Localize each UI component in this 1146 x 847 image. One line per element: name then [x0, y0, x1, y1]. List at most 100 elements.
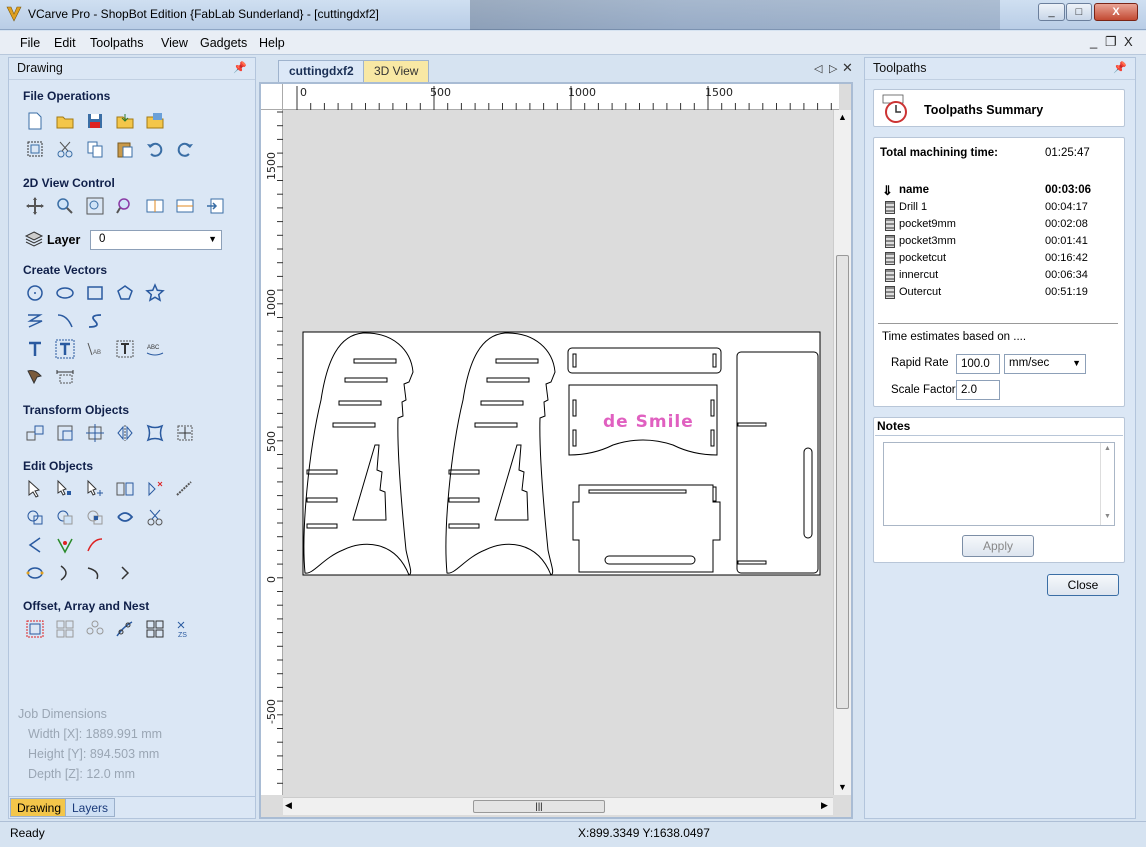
draw-text-icon[interactable] — [24, 338, 46, 360]
copy-icon[interactable] — [84, 138, 106, 160]
move-icon[interactable] — [24, 422, 46, 444]
notes-scrollbar[interactable]: ▲ ▼ — [1100, 443, 1114, 525]
tab-scroll-left-icon[interactable]: ◁ — [814, 62, 822, 75]
toolpath-row[interactable]: pocket9mm 00:02:08 — [882, 217, 1114, 234]
drawing-canvas[interactable]: de Smile — [283, 110, 833, 797]
vertical-scrollbar[interactable]: ▲ ▼ — [833, 110, 851, 795]
vertical-scroll-thumb[interactable] — [836, 255, 849, 709]
layer-select[interactable]: 0 ▼ — [90, 230, 222, 250]
toolpath-row[interactable]: pocket3mm 00:01:41 — [882, 234, 1114, 251]
mdi-close-button[interactable]: X — [1124, 34, 1133, 49]
menu-view[interactable]: View — [161, 36, 188, 50]
toolpath-row[interactable]: innercut 00:06:34 — [882, 268, 1114, 285]
import-bitmap-icon[interactable] — [144, 110, 166, 132]
drawing-view[interactable]: 0 500 1000 1500 1500 1000 500 0 -500 de … — [259, 82, 853, 819]
offset-curve-icon[interactable] — [84, 562, 106, 584]
dimension-icon[interactable] — [54, 366, 76, 388]
scroll-up-icon[interactable]: ▲ — [838, 112, 847, 122]
mirror-icon[interactable] — [114, 422, 136, 444]
zoom-extents-icon[interactable] — [84, 195, 106, 217]
zoom-selection-icon[interactable] — [114, 195, 136, 217]
draw-polyline-icon[interactable] — [24, 310, 46, 332]
paste-icon[interactable] — [114, 138, 136, 160]
pin-icon[interactable]: 📌 — [233, 61, 247, 74]
measure-icon[interactable] — [174, 478, 196, 500]
text-block-icon[interactable] — [114, 338, 136, 360]
interactive-select-icon[interactable] — [84, 478, 106, 500]
open-file-icon[interactable] — [54, 110, 76, 132]
menu-toolpaths[interactable]: Toolpaths — [90, 36, 144, 50]
toolpath-row[interactable]: Drill 1 00:04:17 — [882, 200, 1114, 217]
nesting-icon[interactable] — [144, 618, 166, 640]
set-origin-icon[interactable] — [174, 422, 196, 444]
tab-curve-icon[interactable] — [114, 562, 136, 584]
draw-polygon-icon[interactable] — [114, 282, 136, 304]
menu-help[interactable]: Help — [259, 36, 285, 50]
view-export-icon[interactable] — [204, 195, 226, 217]
tab-scroll-right-icon[interactable]: ▷ — [829, 62, 837, 75]
smooth-curve-icon[interactable] — [84, 534, 106, 556]
zoom-icon[interactable] — [54, 195, 76, 217]
center-icon[interactable] — [84, 422, 106, 444]
draw-line-icon[interactable] — [54, 310, 76, 332]
tab-drawing[interactable]: Drawing — [10, 798, 69, 817]
pin-icon[interactable]: 📌 — [1113, 61, 1127, 74]
view-tile-icon[interactable] — [174, 195, 196, 217]
ungroup-icon[interactable] — [144, 478, 166, 500]
close-window-button[interactable]: X — [1094, 3, 1138, 21]
circular-array-icon[interactable] — [84, 618, 106, 640]
scroll-right-icon[interactable]: ▶ — [821, 800, 828, 811]
group-icon[interactable] — [114, 478, 136, 500]
scale-factor-input[interactable] — [956, 380, 1000, 400]
curve-fit-icon[interactable] — [54, 562, 76, 584]
minimize-button[interactable]: _ — [1038, 3, 1065, 21]
offset-icon[interactable] — [24, 618, 46, 640]
job-setup-icon[interactable] — [24, 138, 46, 160]
new-file-icon[interactable] — [24, 110, 46, 132]
align-icon[interactable] — [54, 422, 76, 444]
undo-icon[interactable] — [144, 138, 166, 160]
redo-icon[interactable] — [174, 138, 196, 160]
tab-layers[interactable]: Layers — [65, 798, 116, 817]
intersect-icon[interactable] — [84, 506, 106, 528]
array-copy-icon[interactable] — [54, 618, 76, 640]
distort-icon[interactable] — [144, 422, 166, 444]
trace-bitmap-icon[interactable] — [24, 366, 46, 388]
fillet-icon[interactable] — [24, 534, 46, 556]
save-icon[interactable] — [84, 110, 106, 132]
weld-icon[interactable] — [24, 506, 46, 528]
join-vectors-icon[interactable] — [114, 506, 136, 528]
extend-icon[interactable] — [54, 534, 76, 556]
rapid-rate-unit-select[interactable]: mm/sec ▼ — [1004, 354, 1086, 374]
scroll-down-icon[interactable]: ▼ — [838, 782, 847, 792]
trim-icon[interactable] — [144, 506, 166, 528]
cut-icon[interactable] — [54, 138, 76, 160]
menu-file[interactable]: File — [20, 36, 40, 50]
text-on-curve-icon[interactable]: AB — [84, 338, 106, 360]
select-icon[interactable] — [24, 478, 46, 500]
horizontal-scrollbar[interactable]: ◀ ||| ▶ — [283, 797, 833, 815]
draw-ellipse-icon[interactable] — [54, 282, 76, 304]
apply-button[interactable]: Apply — [962, 535, 1034, 557]
text-arc-icon[interactable]: ABC — [144, 338, 166, 360]
rapid-rate-input[interactable] — [956, 354, 1000, 374]
scroll-left-icon[interactable]: ◀ — [285, 800, 292, 811]
toolpath-row[interactable]: Outercut 00:51:19 — [882, 285, 1114, 302]
close-vectors-icon[interactable] — [24, 562, 46, 584]
scroll-up-icon[interactable]: ▲ — [1104, 445, 1111, 452]
view-split-icon[interactable] — [144, 195, 166, 217]
tab-cuttingdxf2[interactable]: cuttingdxf2 — [278, 60, 365, 82]
notes-textarea[interactable]: ▲ ▼ — [883, 442, 1115, 526]
nest-parts-icon[interactable]: ZS — [174, 618, 196, 640]
import-vectors-icon[interactable] — [114, 110, 136, 132]
toolpath-row[interactable]: pocketcut 00:16:42 — [882, 251, 1114, 268]
scroll-down-icon[interactable]: ▼ — [1104, 513, 1111, 520]
tab-close-icon[interactable]: ✕ — [842, 60, 853, 76]
auto-layout-text-icon[interactable] — [54, 338, 76, 360]
draw-rectangle-icon[interactable] — [84, 282, 106, 304]
maximize-button[interactable]: □ — [1066, 3, 1092, 21]
tab-3d-view[interactable]: 3D View — [363, 60, 430, 82]
mdi-minimize-button[interactable]: _ — [1090, 34, 1097, 49]
horizontal-scroll-thumb[interactable]: ||| — [473, 800, 605, 813]
copy-along-vector-icon[interactable] — [114, 618, 136, 640]
